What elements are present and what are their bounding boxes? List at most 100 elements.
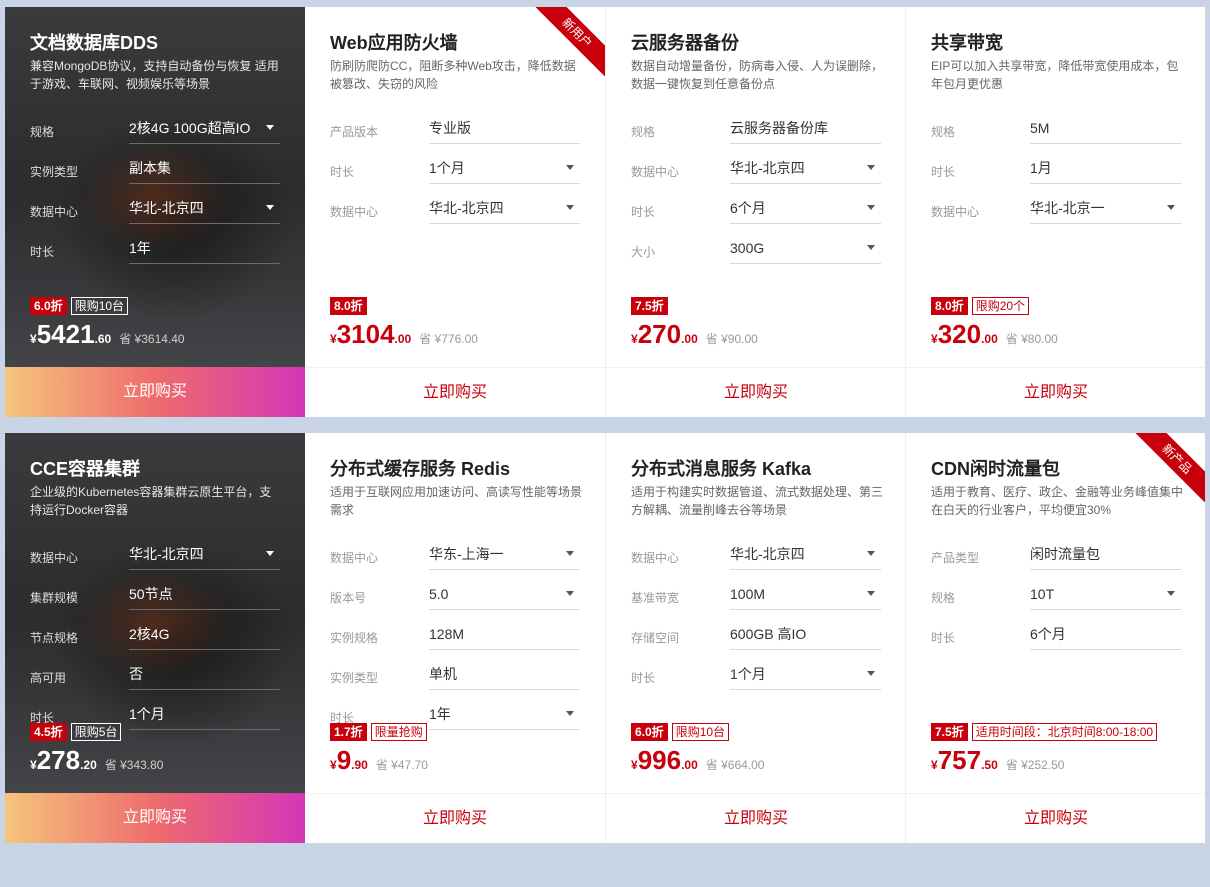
spec-field: 规格 云服务器备份库 bbox=[631, 112, 881, 152]
card-title: CDN闲时流量包 bbox=[931, 459, 1060, 479]
spec-field: 数据中心 华北-北京四 bbox=[30, 192, 280, 232]
spec-field: 节点规格 2核4G bbox=[30, 618, 280, 658]
price-decimal: .00 bbox=[981, 332, 998, 346]
spec-value-text: 1个月 bbox=[730, 666, 766, 682]
promo-tags: 8.0折 限购20个 bbox=[931, 297, 1030, 315]
discount-badge: 6.0折 bbox=[631, 723, 668, 741]
discount-badge: 7.5折 bbox=[931, 723, 968, 741]
spec-value-text: 1年 bbox=[129, 240, 151, 256]
spec-field: 数据中心 华北-北京四 bbox=[631, 538, 881, 578]
spec-select[interactable]: 1个月 bbox=[429, 152, 580, 184]
currency-symbol: ¥ bbox=[631, 332, 638, 346]
spec-value-text: 华北-北京四 bbox=[129, 546, 204, 562]
limit-badge: 限量抢购 bbox=[370, 723, 427, 741]
price: ¥270.00 省 ¥90.00 bbox=[631, 319, 758, 359]
spec-value-text: 华北-北京一 bbox=[1030, 200, 1105, 216]
product-card: CDN闲时流量包 适用于教育、医疗、政企、金融等业务峰值集中在白天的行业客户，平均… bbox=[905, 433, 1205, 843]
spec-select[interactable]: 1年 bbox=[429, 698, 580, 730]
spec-value-text: 1年 bbox=[429, 706, 451, 722]
price-integer: 320 bbox=[937, 319, 982, 349]
price-decimal: .50 bbox=[981, 758, 998, 772]
spec-select[interactable]: 100M bbox=[730, 578, 881, 610]
spec-label: 数据中心 bbox=[330, 551, 379, 565]
buy-now-button[interactable]: 立即购买 bbox=[606, 367, 905, 417]
spec-value: 闲时流量包 bbox=[1030, 538, 1181, 570]
spec-label: 节点规格 bbox=[30, 631, 79, 645]
chevron-down-icon bbox=[266, 551, 274, 556]
spec-select[interactable]: 6个月 bbox=[730, 192, 881, 224]
card-title: 文档数据库DDS bbox=[30, 33, 159, 53]
spec-select[interactable]: 华东-上海一 bbox=[429, 538, 580, 570]
spec-value-text: 2核4G bbox=[129, 626, 170, 642]
price: ¥996.00 省 ¥664.00 bbox=[631, 745, 764, 785]
card-title: 共享带宽 bbox=[931, 33, 1003, 53]
limit-badge: 限购5台 bbox=[70, 723, 122, 741]
spec-label: 实例规格 bbox=[330, 631, 379, 645]
buy-now-button[interactable]: 立即购买 bbox=[5, 793, 305, 843]
spec-value-text: 华北-北京四 bbox=[429, 200, 504, 216]
savings-text: 省 ¥80.00 bbox=[1005, 332, 1058, 346]
discount-badge: 6.0折 bbox=[30, 297, 67, 315]
spec-value: 云服务器备份库 bbox=[730, 112, 881, 144]
price-integer: 278 bbox=[36, 745, 81, 775]
promo-tags: 8.0折 bbox=[330, 297, 367, 315]
buy-now-button[interactable]: 立即购买 bbox=[5, 367, 305, 417]
spec-select[interactable]: 华北-北京四 bbox=[129, 538, 280, 570]
spec-value-text: 600GB 高IO bbox=[730, 626, 807, 642]
product-card: Web应用防火墙 防刷防爬防CC，阻断多种Web攻击，降低数据被篡改、失窃的风险新… bbox=[305, 7, 605, 417]
limit-badge: 限购20个 bbox=[971, 297, 1030, 315]
promo-tags: 1.7折 限量抢购 bbox=[330, 723, 427, 741]
spec-value-text: 2核4G 100G超高IO bbox=[129, 120, 251, 136]
spec-label: 时长 bbox=[330, 165, 355, 179]
spec-select[interactable]: 华北-北京四 bbox=[730, 152, 881, 184]
promo-tags: 6.0折 限购10台 bbox=[631, 723, 730, 741]
card-description: 适用于构建实时数据管道、流式数据处理、第三方解耦、流量削峰去谷等场景 bbox=[631, 485, 884, 517]
product-card: 分布式缓存服务 Redis 适用于互联网应用加速访问、高读写性能等场景需求 数据中心… bbox=[305, 433, 605, 843]
spec-value: 单机 bbox=[429, 658, 580, 690]
spec-field: 基准带宽 100M bbox=[631, 578, 881, 618]
spec-select[interactable]: 1个月 bbox=[730, 658, 881, 690]
price-integer: 757 bbox=[937, 745, 982, 775]
spec-field: 实例类型 单机 bbox=[330, 658, 580, 698]
spec-select[interactable]: 300G bbox=[730, 232, 881, 264]
buy-now-button[interactable]: 立即购买 bbox=[606, 793, 905, 843]
buy-now-button[interactable]: 立即购买 bbox=[906, 367, 1205, 417]
spec-label: 规格 bbox=[931, 591, 956, 605]
spec-select[interactable]: 10T bbox=[1030, 578, 1181, 610]
limit-badge: 限购10台 bbox=[70, 297, 129, 315]
spec-value-text: 1个月 bbox=[429, 160, 465, 176]
spec-label: 版本号 bbox=[330, 591, 367, 605]
spec-field: 存储空间 600GB 高IO bbox=[631, 618, 881, 658]
spec-label: 时长 bbox=[30, 245, 55, 259]
spec-field: 数据中心 华东-上海一 bbox=[330, 538, 580, 578]
spec-select[interactable]: 2核4G 100G超高IO bbox=[129, 112, 280, 144]
limit-badge: 适用时间段：北京时间8:00-18:00 bbox=[971, 723, 1158, 741]
spec-select[interactable]: 5.0 bbox=[429, 578, 580, 610]
chevron-down-icon bbox=[867, 205, 875, 210]
spec-field: 时长 6个月 bbox=[931, 618, 1181, 658]
product-card: 共享带宽 EIP可以加入共享带宽，降低带宽使用成本，包年包月更优惠 规格 5M 时长 1月… bbox=[905, 7, 1205, 417]
spec-select[interactable]: 华北-北京四 bbox=[730, 538, 881, 570]
spec-field: 版本号 5.0 bbox=[330, 578, 580, 618]
spec-label: 实例类型 bbox=[330, 671, 379, 685]
savings-text: 省 ¥90.00 bbox=[705, 332, 758, 346]
spec-field: 大小 300G bbox=[631, 232, 881, 272]
spec-label: 实例类型 bbox=[30, 165, 79, 179]
buy-now-button[interactable]: 立即购买 bbox=[305, 367, 605, 417]
savings-text: 省 ¥47.70 bbox=[375, 758, 428, 772]
chevron-down-icon bbox=[1167, 205, 1175, 210]
discount-badge: 4.5折 bbox=[30, 723, 67, 741]
spec-field: 时长 1个月 bbox=[330, 152, 580, 192]
price: ¥320.00 省 ¥80.00 bbox=[931, 319, 1058, 359]
spec-value-text: 闲时流量包 bbox=[1030, 546, 1100, 562]
buy-now-button[interactable]: 立即购买 bbox=[906, 793, 1205, 843]
spec-value-text: 6个月 bbox=[730, 200, 766, 216]
spec-value-text: 5M bbox=[1030, 120, 1050, 136]
price: ¥5421.60 省 ¥3614.40 bbox=[30, 319, 185, 359]
spec-select[interactable]: 华北-北京四 bbox=[129, 192, 280, 224]
spec-select[interactable]: 华北-北京一 bbox=[1030, 192, 1181, 224]
chevron-down-icon bbox=[266, 125, 274, 130]
spec-select[interactable]: 华北-北京四 bbox=[429, 192, 580, 224]
spec-value: 5M bbox=[1030, 112, 1181, 144]
buy-now-button[interactable]: 立即购买 bbox=[305, 793, 605, 843]
